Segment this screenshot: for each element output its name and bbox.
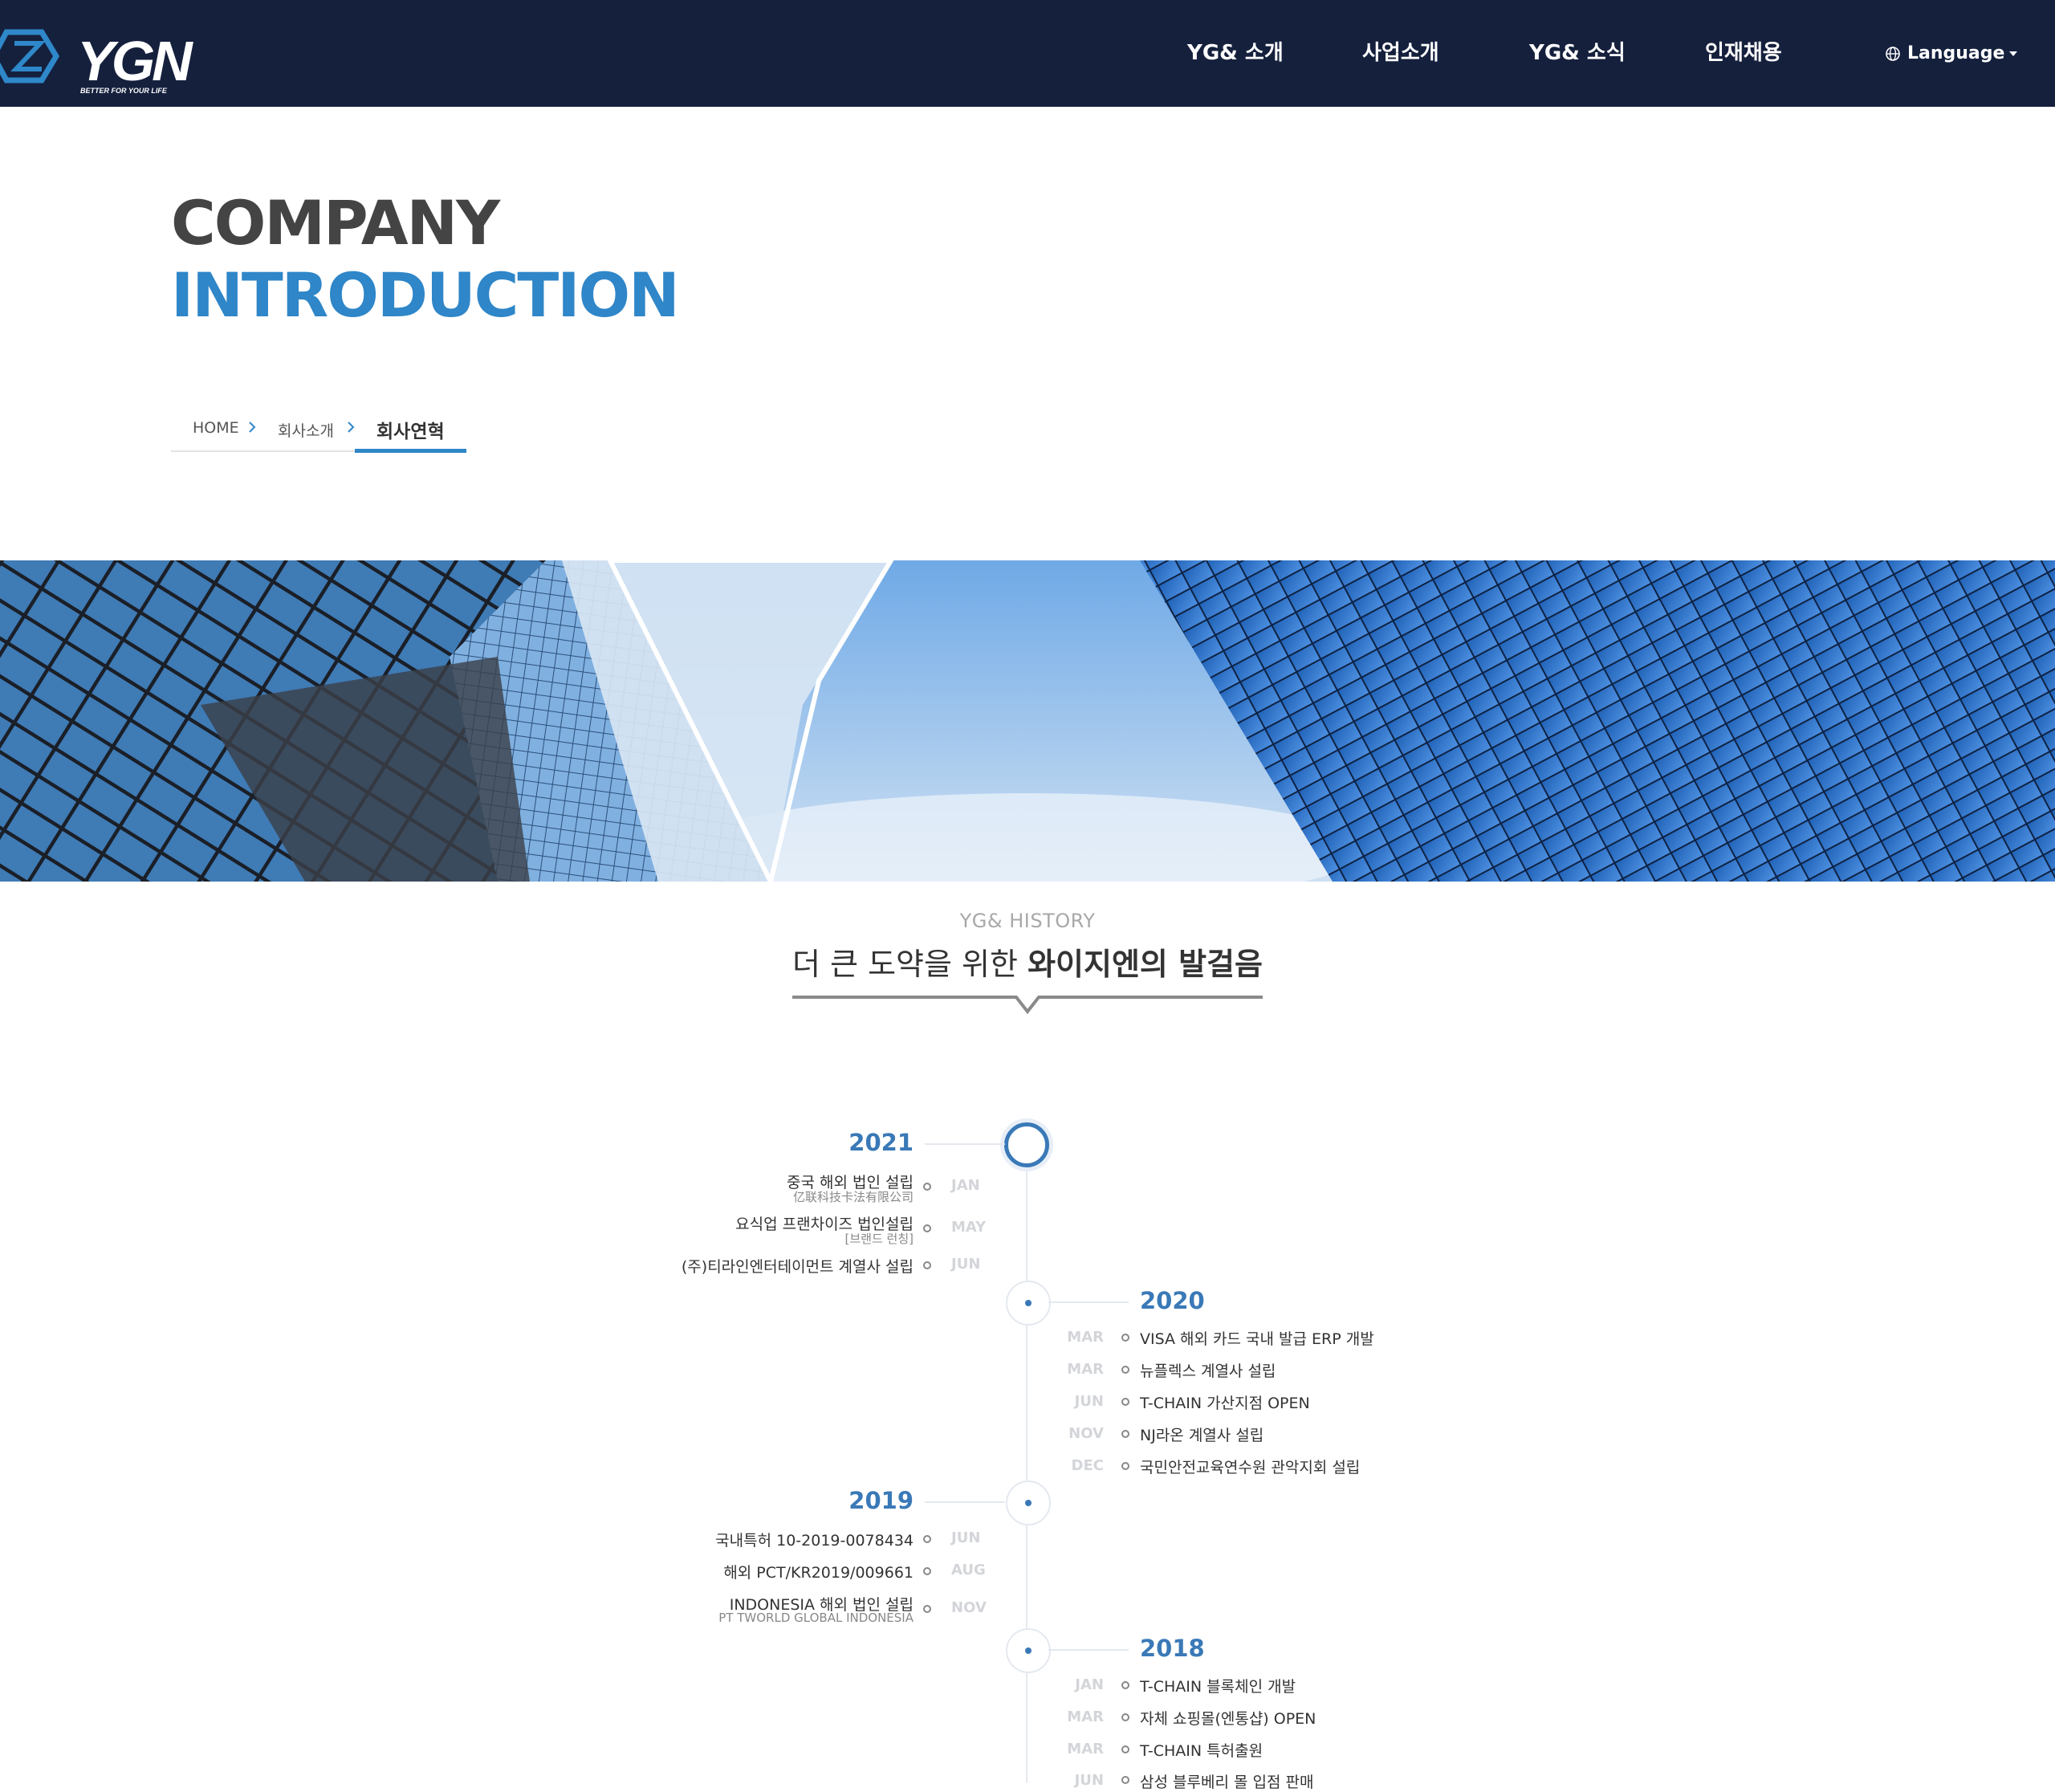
- event-month: MAY: [951, 1219, 987, 1236]
- breadcrumb-active-underline: [355, 449, 466, 453]
- event-month: JAN: [1075, 1676, 1104, 1693]
- event-bullet-icon: [1121, 1713, 1129, 1721]
- chevron-right-icon: [249, 422, 256, 433]
- history-title-bold: 와이지엔의 발걸음: [1028, 947, 1263, 982]
- company-logo[interactable]: YGN BETTER FOR YOUR LIFE: [0, 16, 201, 100]
- caret-down-icon: [2009, 51, 2018, 56]
- event-text: 해외 PCT/KR2019/009661: [723, 1564, 914, 1582]
- event-text: 자체 쇼핑몰(엔통샵) OPEN: [1140, 1710, 1316, 1728]
- nav-item-business[interactable]: 사업소개: [1362, 0, 1439, 107]
- event-bullet-icon: [923, 1224, 931, 1232]
- event-text: 국내특허 10-2019-0078434: [715, 1532, 914, 1550]
- event-text: NJ라온 계열사 설립: [1140, 1427, 1264, 1444]
- event-bullet-icon: [1121, 1398, 1129, 1406]
- event-subtext: [브랜드 런칭]: [844, 1232, 914, 1246]
- event-text: (주)티라인엔터테이먼트 계열사 설립: [681, 1258, 914, 1276]
- event-month: JAN: [951, 1177, 980, 1194]
- year-connector: [1048, 1301, 1129, 1303]
- breadcrumb-section[interactable]: 회사소개: [278, 419, 334, 441]
- year-marker: [1006, 1281, 1051, 1326]
- event-bullet-icon: [1121, 1430, 1129, 1438]
- title-divider: [792, 996, 1263, 1015]
- history-title: 더 큰 도약을 위한 와이지엔의 발걸음: [0, 939, 2055, 984]
- event-month: MAR: [1067, 1329, 1104, 1346]
- event-text: VISA 해외 카드 국내 발급 ERP 개발: [1140, 1330, 1374, 1348]
- event-text: 삼성 블루베리 몰 입점 판매: [1140, 1774, 1314, 1791]
- logo-text: YGN: [77, 30, 193, 92]
- year-marker: [1006, 1628, 1051, 1673]
- event-month: DEC: [1071, 1457, 1104, 1474]
- breadcrumb-home[interactable]: HOME: [193, 419, 239, 437]
- event-month: JUN: [951, 1256, 981, 1273]
- page-title-line2: INTRODUCTION: [171, 259, 680, 331]
- event-text: 뉴플렉스 계열사 설립: [1140, 1362, 1276, 1380]
- page-title-line1: COMPANY: [171, 187, 500, 259]
- event-subtext: 亿联科技卡法有限公司: [792, 1190, 914, 1204]
- event-text: T-CHAIN 블록체인 개발: [1140, 1678, 1296, 1696]
- year-connector: [925, 1501, 1005, 1503]
- history-subtitle: YG& HISTORY: [959, 910, 1096, 932]
- nav-item-about[interactable]: YG& 소개: [1187, 0, 1284, 107]
- event-bullet-icon: [923, 1605, 931, 1613]
- logo-tagline: BETTER FOR YOUR LIFE: [80, 87, 168, 95]
- event-text: T-CHAIN 가산지점 OPEN: [1140, 1395, 1310, 1412]
- timeline-current-marker: [1004, 1122, 1049, 1167]
- event-month: MAR: [1067, 1361, 1104, 1378]
- event-bullet-icon: [1121, 1334, 1129, 1342]
- event-month: JUN: [951, 1529, 981, 1546]
- event-month: MAR: [1067, 1741, 1104, 1757]
- breadcrumb-current[interactable]: 회사연혁: [376, 416, 445, 443]
- language-label: Language: [1907, 43, 2005, 63]
- event-text: 국민안전교육연수원 관악지회 설립: [1140, 1459, 1361, 1476]
- event-text: T-CHAIN 특허출원: [1140, 1742, 1264, 1760]
- event-subtext: PT TWORLD GLOBAL INDONESIA: [718, 1611, 914, 1625]
- event-bullet-icon: [1121, 1681, 1129, 1689]
- event-bullet-icon: [1121, 1366, 1129, 1374]
- event-month: JUN: [1074, 1772, 1104, 1789]
- top-navigation-bar: YGN BETTER FOR YOUR LIFE YG& 소개 사업소개 YG&…: [0, 0, 2055, 107]
- event-bullet-icon: [1121, 1462, 1129, 1470]
- event-month: AUG: [951, 1562, 986, 1578]
- history-title-normal: 더 큰 도약을 위한: [792, 947, 1028, 982]
- globe-icon: [1886, 47, 1900, 61]
- year-connector: [925, 1143, 1005, 1145]
- year-2018: 2018: [1140, 1635, 1205, 1662]
- year-2021: 2021: [848, 1129, 914, 1156]
- banner-image: [0, 560, 2055, 882]
- year-connector: [1048, 1649, 1129, 1651]
- event-month: NOV: [951, 1599, 987, 1616]
- event-bullet-icon: [923, 1535, 931, 1543]
- nav-item-news[interactable]: YG& 소식: [1529, 0, 1626, 107]
- event-month: MAR: [1067, 1709, 1104, 1725]
- event-month: JUN: [1074, 1393, 1104, 1410]
- nav-item-recruit[interactable]: 인재채용: [1705, 0, 1782, 107]
- event-bullet-icon: [923, 1261, 931, 1269]
- year-2020: 2020: [1140, 1287, 1205, 1314]
- event-bullet-icon: [923, 1567, 931, 1575]
- event-bullet-icon: [1121, 1745, 1129, 1753]
- language-selector[interactable]: Language: [1885, 0, 2018, 107]
- event-month: NOV: [1068, 1425, 1104, 1442]
- year-2019: 2019: [848, 1487, 914, 1514]
- chevron-right-icon: [348, 422, 355, 433]
- year-marker: [1006, 1480, 1051, 1525]
- event-bullet-icon: [923, 1183, 931, 1191]
